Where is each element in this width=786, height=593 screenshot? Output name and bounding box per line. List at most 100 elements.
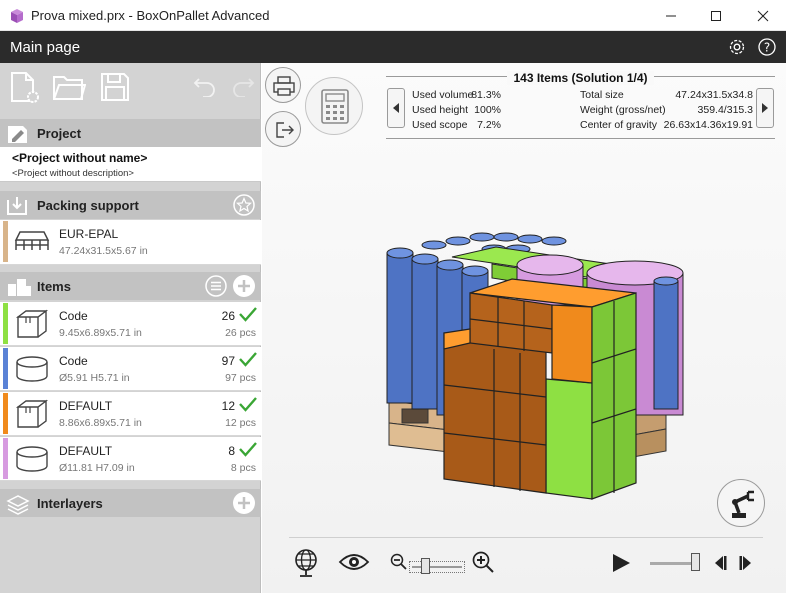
redo-icon[interactable] xyxy=(231,77,255,97)
project-info[interactable]: <Project without name> <Project without … xyxy=(0,147,261,182)
item-color-stripe xyxy=(3,348,8,389)
used-scope-label: Used scope xyxy=(412,119,468,131)
solution-title: 143 Items (Solution 1/4) xyxy=(386,69,775,87)
info-bottom-divider xyxy=(386,138,775,139)
project-name: <Project without name> xyxy=(12,151,148,165)
item-color-stripe xyxy=(3,303,8,344)
item-name: DEFAULT xyxy=(59,444,113,458)
maximize-button[interactable] xyxy=(693,0,739,31)
step-back-icon[interactable] xyxy=(712,555,728,571)
items-section-label: Items xyxy=(37,279,71,294)
step-forward-icon[interactable] xyxy=(738,555,754,571)
item-pieces: 26 pcs xyxy=(225,327,256,339)
packing-support-section-label: Packing support xyxy=(37,198,139,213)
print-button[interactable] xyxy=(265,67,301,103)
item-pieces: 8 pcs xyxy=(230,462,256,474)
check-icon xyxy=(239,442,257,457)
item-quantity: 12 xyxy=(221,399,235,413)
project-description: <Project without description> xyxy=(12,168,134,179)
pallet-color-stripe xyxy=(3,221,8,262)
check-icon xyxy=(239,307,257,322)
box-icon xyxy=(15,399,49,428)
prev-solution-button[interactable] xyxy=(387,88,405,128)
add-interlayer-button[interactable] xyxy=(233,492,255,514)
item-name: Code xyxy=(59,309,88,323)
items-icon xyxy=(8,279,31,296)
zoom-slider-thumb[interactable] xyxy=(420,558,430,574)
packing-support-icon xyxy=(7,197,27,215)
pallet-name: EUR-EPAL xyxy=(59,227,119,241)
app-logo-icon xyxy=(11,9,23,23)
close-icon xyxy=(757,10,769,21)
calculate-button[interactable] xyxy=(305,77,363,135)
svg-text:?: ? xyxy=(764,41,770,55)
item-dimensions: 9.45x6.89x5.71 in xyxy=(59,327,142,339)
robot-arm-icon xyxy=(732,490,754,518)
check-icon xyxy=(239,397,257,412)
interlayers-section-label: Interlayers xyxy=(37,496,103,511)
zoom-in-icon[interactable] xyxy=(471,550,495,574)
item-quantity: 26 xyxy=(221,309,235,323)
zoom-out-icon[interactable] xyxy=(390,553,408,571)
zoom-slider-track xyxy=(412,566,462,568)
undo-icon[interactable] xyxy=(193,77,217,97)
check-icon xyxy=(239,352,257,367)
next-solution-button[interactable] xyxy=(756,88,774,128)
cylinder-icon xyxy=(16,356,48,382)
sidebar: Project <Project without name> <Project … xyxy=(0,63,261,593)
item-quantity: 8 xyxy=(228,444,235,458)
item-name: DEFAULT xyxy=(59,399,113,413)
add-item-button[interactable] xyxy=(233,275,255,297)
close-button[interactable] xyxy=(740,0,786,31)
solution-info-panel: 143 Items (Solution 1/4) Used volume 81.… xyxy=(386,71,775,140)
minimize-button[interactable] xyxy=(648,0,694,31)
minimize-icon xyxy=(666,15,676,16)
page-title: Main page xyxy=(10,39,81,56)
list-item[interactable]: DEFAULT Ø11.81 H7.09 in 8 8 pcs xyxy=(0,437,261,481)
open-folder-icon[interactable] xyxy=(52,73,86,103)
items-section-header: Items xyxy=(0,272,261,300)
interlayers-icon xyxy=(6,495,30,515)
chevron-left-icon xyxy=(393,103,399,113)
used-height-label: Used height xyxy=(412,104,469,116)
pallet-3d-view[interactable] xyxy=(262,153,786,533)
robot-simulation-button[interactable] xyxy=(717,479,765,527)
weight-label: Weight (gross/net) xyxy=(580,104,666,116)
used-height-value: 100% xyxy=(474,104,501,116)
globe-icon[interactable] xyxy=(293,548,319,578)
list-item[interactable]: Code Ø5.91 H5.71 in 97 97 pcs xyxy=(0,347,261,391)
list-item[interactable]: DEFAULT 8.86x6.89x5.71 in 12 12 pcs xyxy=(0,392,261,436)
help-icon[interactable]: ? xyxy=(757,37,777,57)
speed-slider-thumb[interactable] xyxy=(690,553,700,571)
pallet-dimensions: 47.24x31.5x5.67 in xyxy=(59,245,148,257)
new-project-icon[interactable] xyxy=(9,71,41,105)
project-section-header: Project xyxy=(0,119,261,147)
save-icon[interactable] xyxy=(100,72,130,102)
item-dimensions: Ø5.91 H5.71 in xyxy=(59,372,130,384)
pallet-card[interactable]: EUR-EPAL 47.24x31.5x5.67 in xyxy=(0,220,261,265)
app-bar: Main page ? xyxy=(0,31,786,63)
item-dimensions: Ø11.81 H7.09 in xyxy=(59,462,135,474)
total-size-value: 47.24x31.5x34.8 xyxy=(675,89,753,101)
packing-support-section-header: Packing support xyxy=(0,191,261,219)
interlayers-section-header: Interlayers xyxy=(0,489,261,517)
gear-icon[interactable] xyxy=(727,37,747,57)
cylinder-icon xyxy=(16,446,48,472)
front-box-stack xyxy=(443,278,637,500)
eye-icon[interactable] xyxy=(338,552,370,572)
center-of-gravity-label: Center of gravity xyxy=(580,119,658,131)
favorite-star-button[interactable] xyxy=(233,194,255,216)
list-menu-button[interactable] xyxy=(205,275,227,297)
project-section-label: Project xyxy=(37,126,82,141)
export-button[interactable] xyxy=(265,111,301,147)
item-color-stripe xyxy=(3,393,8,434)
controls-divider xyxy=(289,537,763,538)
play-icon[interactable] xyxy=(611,553,631,573)
solution-title-text: 143 Items (Solution 1/4) xyxy=(507,71,654,85)
item-dimensions: 8.86x6.89x5.71 in xyxy=(59,417,142,429)
window-title: Prova mixed.prx - BoxOnPallet Advanced xyxy=(31,8,270,23)
total-size-label: Total size xyxy=(580,89,624,101)
list-item[interactable]: Code 9.45x6.89x5.71 in 26 26 pcs xyxy=(0,302,261,346)
used-volume-value: 81.3% xyxy=(471,89,501,101)
maximize-icon xyxy=(711,10,721,21)
